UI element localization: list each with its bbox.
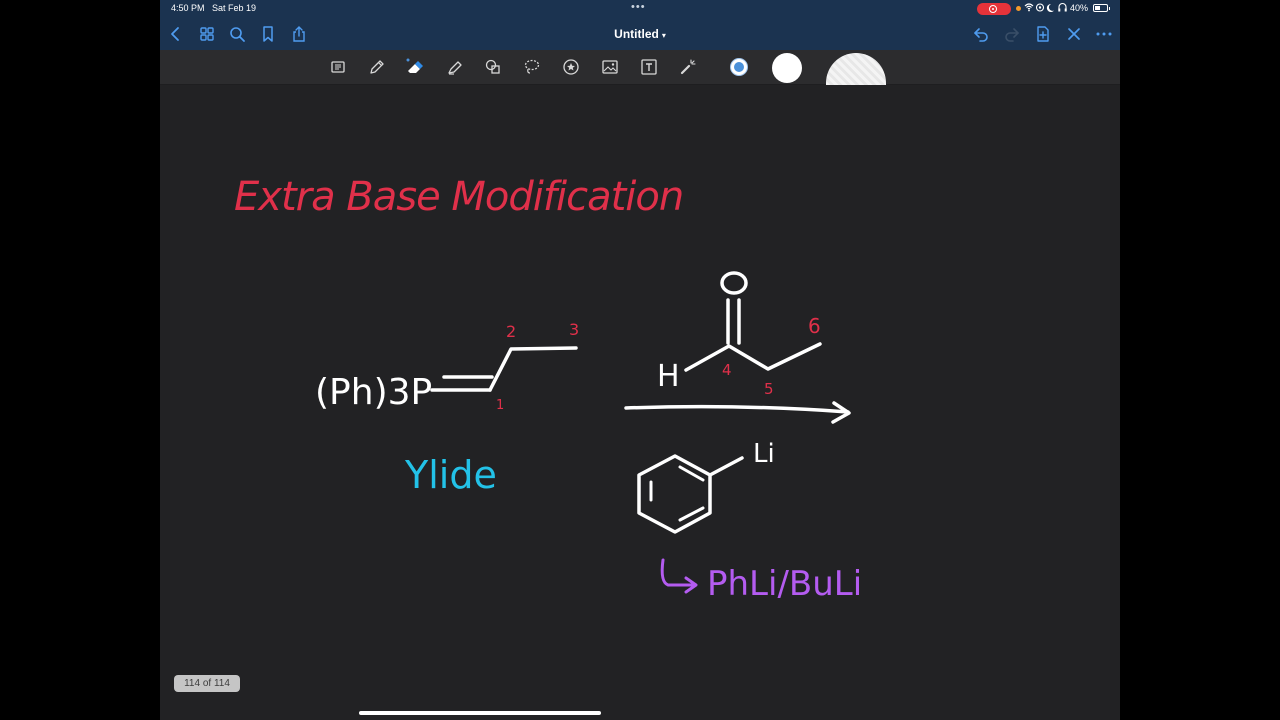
- reaction-arrow: [624, 401, 851, 424]
- carbon-number-1: 1: [496, 398, 504, 413]
- bookmark-icon[interactable]: [258, 24, 278, 44]
- lithium-label: Li: [753, 439, 775, 469]
- oxygen-atom: [720, 271, 748, 295]
- document-title-text: Untitled: [614, 27, 659, 41]
- multitasking-dots-icon[interactable]: •••: [631, 1, 646, 13]
- eraser-icon[interactable]: [405, 57, 425, 77]
- color-swatch-white[interactable]: [772, 53, 802, 83]
- document-title[interactable]: Untitled ▾: [590, 27, 690, 41]
- home-indicator[interactable]: [359, 711, 601, 715]
- highlighter-icon[interactable]: [445, 57, 465, 77]
- screen-recording-icon: [977, 3, 1011, 15]
- lasso-icon[interactable]: [522, 57, 542, 77]
- close-icon[interactable]: [1064, 24, 1084, 44]
- status-time: 4:50 PM: [171, 3, 205, 13]
- mic-indicator-icon: [1016, 6, 1021, 11]
- ylide-structure: (Ph)3P 1 2 3: [315, 320, 579, 413]
- status-bar: 4:50 PM Sat Feb 19 ••• 40%: [160, 0, 1120, 18]
- alkyl-chain: [488, 346, 578, 392]
- back-icon[interactable]: [166, 24, 186, 44]
- laser-pointer-icon[interactable]: [678, 57, 698, 77]
- phenyllithium-structure: Li: [637, 439, 775, 534]
- carbon-number-4: 4: [722, 361, 732, 379]
- note-canvas[interactable]: Extra Base Modification (Ph)3P 1 2 3 Yli…: [160, 85, 1120, 720]
- status-date: Sat Feb 19: [212, 3, 257, 13]
- carbon-number-2: 2: [506, 322, 516, 341]
- undo-icon[interactable]: [971, 24, 991, 44]
- color-swatch-blue[interactable]: [730, 58, 748, 76]
- navigation-bar: Untitled ▾: [160, 18, 1120, 50]
- battery-percent: 40%: [1070, 3, 1089, 13]
- pen-icon[interactable]: [367, 57, 387, 77]
- grid-icon[interactable]: [197, 24, 217, 44]
- redo-icon[interactable]: [1002, 24, 1022, 44]
- carbon-number-5: 5: [764, 380, 774, 398]
- chevron-down-icon: ▾: [661, 31, 666, 40]
- sticker-icon[interactable]: [561, 57, 581, 77]
- ylide-label: Ylide: [404, 453, 497, 497]
- read-mode-icon[interactable]: [328, 57, 348, 77]
- hydrogen-label: H: [657, 359, 680, 394]
- battery-icon: [1093, 4, 1110, 12]
- shapes-icon[interactable]: [483, 57, 503, 77]
- hook-arrow-icon: [660, 558, 698, 594]
- share-icon[interactable]: [289, 24, 309, 44]
- carbon-number-6: 6: [808, 314, 821, 338]
- system-status-icons: [1024, 2, 1068, 15]
- text-icon[interactable]: [639, 57, 659, 77]
- page-counter[interactable]: 114 of 114: [174, 675, 240, 692]
- more-icon[interactable]: [1094, 24, 1114, 44]
- notes-app-screen: 4:50 PM Sat Feb 19 ••• 40% Untitled ▾ Ex…: [160, 0, 1120, 720]
- aromatic-bonds: [649, 465, 705, 522]
- aldehyde-structure: H 4 5 6: [657, 271, 822, 398]
- note-heading: Extra Base Modification: [234, 174, 683, 220]
- aldehyde-chain: [684, 342, 822, 372]
- carbonyl-double-bond: [726, 298, 741, 345]
- image-icon[interactable]: [600, 57, 620, 77]
- search-icon[interactable]: [227, 24, 247, 44]
- carbon-number-3: 3: [569, 320, 579, 339]
- ylide-formula: (Ph)3P: [315, 372, 432, 413]
- reagent-note: PhLi/BuLi: [707, 564, 862, 604]
- ring-li-bond: [708, 456, 744, 477]
- add-page-icon[interactable]: [1033, 24, 1053, 44]
- double-bond: [430, 375, 494, 392]
- drawing-toolbar: [160, 50, 1120, 85]
- color-swatch-light[interactable]: [826, 53, 886, 85]
